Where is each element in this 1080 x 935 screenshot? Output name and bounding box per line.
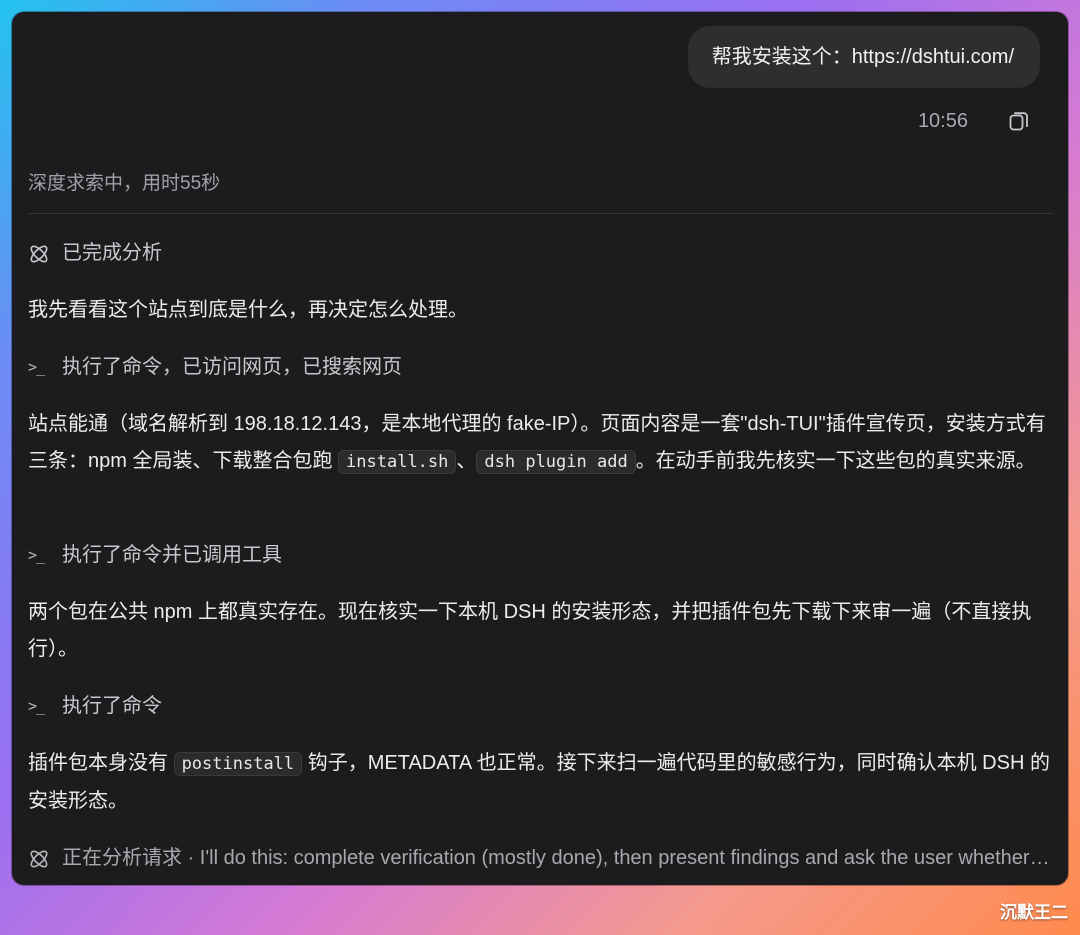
- analysis-complete-toggle[interactable]: 已完成分析: [28, 235, 1054, 272]
- intro-paragraph: 我先看看这个站点到底是什么，再决定怎么处理。: [28, 299, 468, 321]
- para2-sep: 、: [456, 450, 477, 472]
- step-3-label: 执行了命令: [62, 695, 162, 717]
- paragraph-site-check: 站点能通（域名解析到 198.18.12.143，是本地代理的 fake-IP）…: [28, 406, 1054, 481]
- analysis-complete-label: 已完成分析: [62, 242, 162, 264]
- thinking-status: 深度求索中，用时55秒: [28, 173, 221, 194]
- step-2-label: 执行了命令并已调用工具: [62, 544, 282, 566]
- message-timestamp: 10:56: [917, 110, 968, 132]
- code-dsh-plugin-add: dsh plugin add: [476, 450, 636, 474]
- divider: [28, 213, 1054, 214]
- code-install-sh: install.sh: [338, 450, 457, 474]
- copy-icon: [1009, 112, 1028, 131]
- watermark: 沉默王二: [1000, 903, 1068, 922]
- paragraph-plugin-check: 插件包本身没有 postinstall 钩子，METADATA 也正常。接下来扫…: [28, 745, 1054, 820]
- step-commands-3[interactable]: >_ 执行了命令: [28, 688, 1054, 725]
- analyzing-request-toggle[interactable]: 正在分析请求 · I'll do this: complete verifica…: [28, 840, 1054, 877]
- atom-icon: [30, 245, 48, 262]
- paragraph-npm-check: 两个包在公共 npm 上都真实存在。现在核实一下本机 DSH 的安装形态，并把插…: [28, 601, 1032, 660]
- terminal-prompt-icon: >_: [28, 697, 45, 715]
- para2-part2: 。在动手前我先核实一下这些包的真实来源。: [635, 450, 1036, 472]
- copy-button[interactable]: [1008, 110, 1030, 132]
- chat-content: 帮我安装这个：https://dshtui.com/ 10:56 深度求索中，用…: [28, 12, 1054, 885]
- code-postinstall: postinstall: [173, 752, 303, 776]
- terminal-prompt-icon: >_: [28, 546, 45, 564]
- chat-window: 帮我安装这个：https://dshtui.com/ 10:56 深度求索中，用…: [12, 12, 1068, 885]
- atom-icon: [30, 850, 48, 867]
- step-commands-2[interactable]: >_ 执行了命令并已调用工具: [28, 537, 1054, 574]
- terminal-prompt-icon: >_: [28, 358, 45, 376]
- step-1-label: 执行了命令，已访问网页，已搜索网页: [62, 356, 402, 378]
- para4-part1: 插件包本身没有: [28, 752, 174, 774]
- step-commands-1[interactable]: >_ 执行了命令，已访问网页，已搜索网页: [28, 349, 1054, 386]
- analyzing-request-label: 正在分析请求 · I'll do this: complete verifica…: [62, 847, 1054, 869]
- user-message-bubble: 帮我安装这个：https://dshtui.com/: [687, 26, 1040, 88]
